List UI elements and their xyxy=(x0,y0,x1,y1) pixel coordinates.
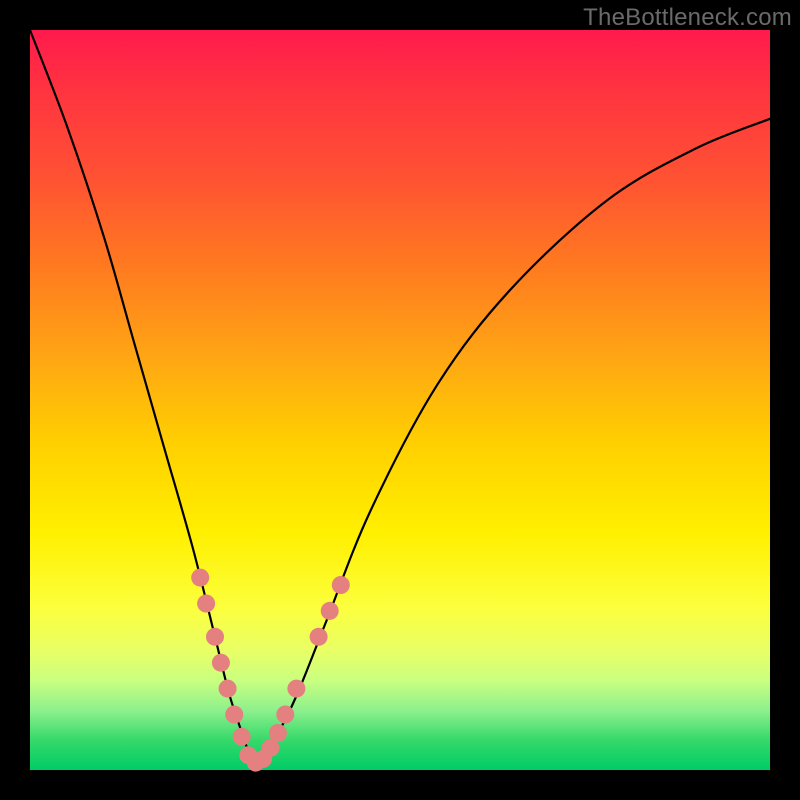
watermark-text: TheBottleneck.com xyxy=(583,4,792,32)
curve-marker xyxy=(287,680,305,698)
curve-svg xyxy=(30,30,770,770)
chart-frame: TheBottleneck.com xyxy=(0,0,800,800)
curve-marker xyxy=(225,706,243,724)
curve-marker xyxy=(197,595,215,613)
curve-marker xyxy=(276,706,294,724)
curve-marker xyxy=(269,724,287,742)
curve-marker xyxy=(321,602,339,620)
plot-area xyxy=(30,30,770,770)
curve-markers xyxy=(191,569,350,772)
curve-marker xyxy=(219,680,237,698)
bottleneck-curve xyxy=(30,30,770,765)
curve-marker xyxy=(233,728,251,746)
curve-marker xyxy=(332,576,350,594)
curve-marker xyxy=(212,654,230,672)
curve-marker xyxy=(191,569,209,587)
curve-marker xyxy=(206,628,224,646)
curve-marker xyxy=(310,628,328,646)
